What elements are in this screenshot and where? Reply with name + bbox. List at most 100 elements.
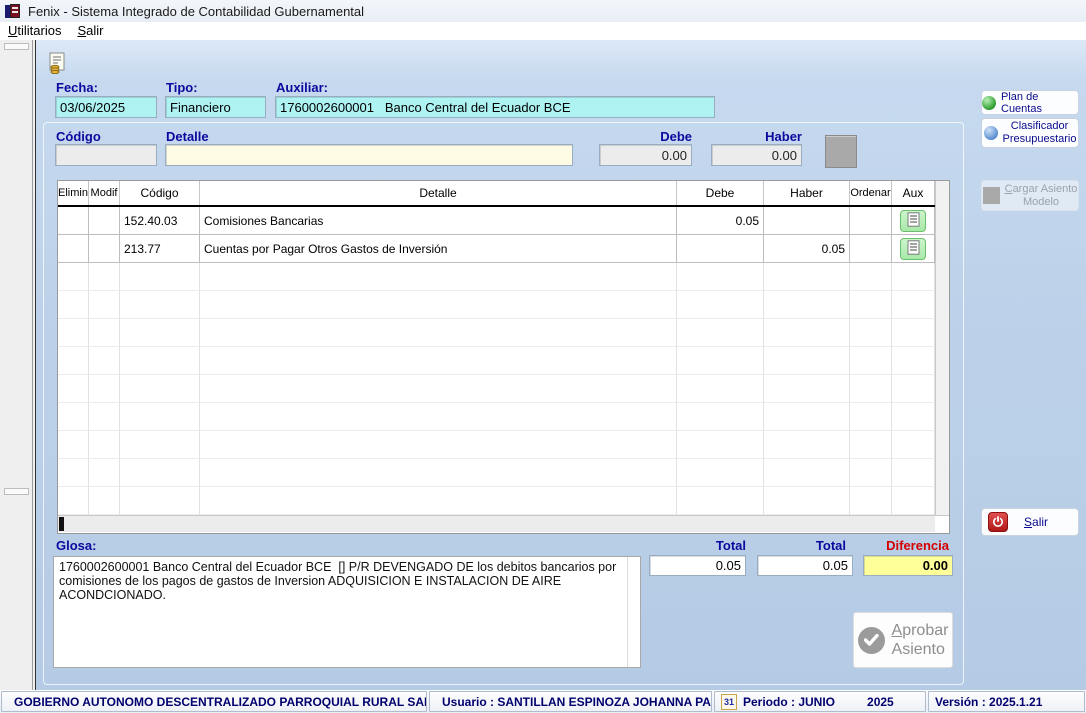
aprobar-asiento-button[interactable]: Aprobar Asiento (853, 612, 953, 668)
haber-label: Haber (748, 129, 802, 144)
header-detalle: Detalle (200, 181, 677, 205)
cell-detalle (200, 375, 677, 403)
cell-aux (892, 487, 935, 515)
status-version: Versión : 2025.1.21 (928, 691, 1085, 712)
cell-ordenar (850, 487, 892, 515)
header-codigo: Código (120, 181, 200, 205)
cell-elimin (58, 459, 89, 487)
cell-ordenar (850, 207, 892, 235)
cell-ordenar (850, 235, 892, 263)
gray-square-icon (983, 187, 1000, 204)
add-entry-button[interactable] (825, 135, 857, 168)
cell-elimin (58, 235, 89, 263)
cell-ordenar (850, 431, 892, 459)
calendar-icon: 31 (721, 694, 737, 710)
cargar-asiento-modelo-button[interactable]: Cargar Asiento Modelo (981, 180, 1079, 211)
table-row (58, 487, 935, 515)
cell-ordenar (850, 319, 892, 347)
cell-aux (892, 375, 935, 403)
journal-entry-panel: Fecha: Tipo: Auxiliar: Código Detalle De… (35, 40, 1086, 690)
detalle-input[interactable] (165, 144, 573, 166)
cell-debe (677, 347, 764, 375)
cell-codigo (120, 375, 200, 403)
journal-document-icon[interactable] (47, 52, 69, 74)
fecha-input[interactable] (55, 96, 157, 118)
cell-elimin (58, 487, 89, 515)
cell-elimin (58, 347, 89, 375)
auxiliar-input[interactable] (275, 96, 715, 118)
diferencia-value (863, 555, 953, 576)
salir-button[interactable]: Salir (981, 508, 1079, 536)
header-ordenar: Ordenar (850, 181, 892, 205)
status-period: 31 Periodo : JUNIO 2025 (714, 691, 926, 712)
header-modif: Modif (89, 181, 120, 205)
cell-elimin (58, 291, 89, 319)
cell-codigo (120, 319, 200, 347)
aprobar-label-line2: Asiento (892, 640, 945, 659)
cell-detalle (200, 291, 677, 319)
clasificador-label-line1: Clasificador (1011, 120, 1068, 133)
cell-debe: 0.05 (677, 207, 764, 235)
blue-sphere-icon (984, 126, 998, 140)
cell-codigo (120, 263, 200, 291)
cell-debe (677, 487, 764, 515)
workspace: Fecha: Tipo: Auxiliar: Código Detalle De… (0, 40, 1086, 690)
aux-detail-button[interactable] (900, 210, 926, 232)
cell-ordenar (850, 347, 892, 375)
table-row[interactable]: 213.77Cuentas por Pagar Otros Gastos de … (58, 235, 935, 263)
strip-tab-top[interactable] (4, 43, 29, 50)
cell-aux (892, 207, 935, 235)
entries-table-body: 152.40.03Comisiones Bancarias0.05213.77C… (58, 207, 935, 515)
cell-debe (677, 235, 764, 263)
header-aux: Aux (892, 181, 935, 205)
cell-debe (677, 459, 764, 487)
app-icon (5, 4, 21, 19)
cargar-label-line2: Modelo (1023, 196, 1059, 209)
haber-input (711, 144, 802, 166)
cell-modif (89, 235, 120, 263)
cell-debe (677, 291, 764, 319)
cell-codigo (120, 347, 200, 375)
status-entity-text: GOBIERNO AUTONOMO DESCENTRALIZADO PARROQ… (14, 695, 427, 709)
document-lines-icon (907, 240, 920, 258)
plan-de-cuentas-button[interactable]: Plan de Cuentas (981, 90, 1079, 115)
status-user: Usuario : SANTILLAN ESPINOZA JOHANNA PAO… (429, 691, 712, 712)
table-row (58, 347, 935, 375)
menu-utilitarios[interactable]: Utilitarios (0, 22, 69, 40)
strip-tab-bottom[interactable] (4, 488, 29, 495)
cell-modif (89, 207, 120, 235)
table-horizontal-scrollbar[interactable] (58, 515, 935, 532)
cell-detalle: Comisiones Bancarias (200, 207, 677, 235)
codigo-input[interactable] (55, 144, 157, 166)
window-title: Fenix - Sistema Integrado de Contabilida… (28, 4, 364, 19)
table-vertical-scrollbar[interactable] (935, 181, 949, 515)
cell-modif (89, 263, 120, 291)
table-row (58, 431, 935, 459)
titlebar: Fenix - Sistema Integrado de Contabilida… (0, 0, 1086, 22)
tipo-input[interactable] (165, 96, 266, 118)
cell-ordenar (850, 459, 892, 487)
debe-input (599, 144, 692, 166)
scrollbar-thumb[interactable] (59, 517, 64, 531)
clasificador-presupuestario-button[interactable]: Clasificador Presupuestario (981, 118, 1079, 148)
cell-detalle (200, 403, 677, 431)
cell-modif (89, 403, 120, 431)
status-version-text: Versión : 2025.1.21 (935, 695, 1042, 709)
cell-debe (677, 403, 764, 431)
check-icon (858, 627, 885, 654)
detalle-label: Detalle (166, 129, 209, 144)
glosa-textarea[interactable]: 1760002600001 Banco Central del Ecuador … (54, 557, 640, 667)
cell-modif (89, 375, 120, 403)
codigo-label: Código (56, 129, 101, 144)
table-row (58, 319, 935, 347)
cell-haber (764, 263, 850, 291)
table-row[interactable]: 152.40.03Comisiones Bancarias0.05 (58, 207, 935, 235)
table-row (58, 263, 935, 291)
debe-label: Debe (642, 129, 692, 144)
menu-salir[interactable]: Salir (69, 22, 111, 40)
entries-table-header: Elimin Modif Código Detalle Debe Haber O… (58, 181, 935, 207)
aux-detail-button[interactable] (900, 238, 926, 260)
cell-aux (892, 347, 935, 375)
entries-table: Elimin Modif Código Detalle Debe Haber O… (57, 180, 950, 534)
cell-ordenar (850, 375, 892, 403)
